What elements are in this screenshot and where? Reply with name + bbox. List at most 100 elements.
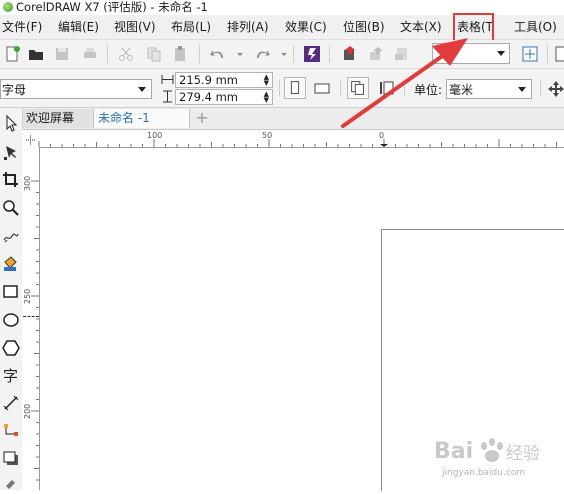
- new-document-icon[interactable]: [2, 44, 22, 64]
- save-icon[interactable]: [52, 44, 72, 64]
- svg-text:字: 字: [3, 367, 18, 385]
- property-bar: 字母 215.9 mm ▲ ▼ 279.4 mm ▲ ▼ 单位: 毫米: [0, 69, 564, 108]
- page-height-value: 279.4 mm: [179, 90, 238, 104]
- zoom-level-select[interactable]: %: [432, 43, 510, 64]
- pick-tool-icon[interactable]: [1, 113, 21, 133]
- unit-select[interactable]: 毫米: [446, 79, 532, 99]
- unit-value: 毫米: [449, 83, 474, 97]
- vertical-ruler-ticks: [31, 180, 39, 481]
- portrait-orientation-button[interactable]: [284, 77, 306, 99]
- menu-file[interactable]: 文件(F): [2, 15, 42, 39]
- freehand-tool-icon[interactable]: [1, 226, 21, 246]
- crop-tool-icon[interactable]: [1, 170, 21, 190]
- height-icon: [161, 90, 174, 103]
- toolbar-separator: [107, 45, 108, 63]
- print-icon[interactable]: [80, 44, 100, 64]
- paper-type-select[interactable]: 字母: [0, 79, 152, 99]
- menu-view[interactable]: 视图(V): [114, 15, 156, 39]
- redo-dropdown-icon[interactable]: [274, 44, 287, 64]
- spinner-icon[interactable]: ▲ ▼: [264, 91, 269, 104]
- menu-layout[interactable]: 布局(L): [171, 15, 211, 39]
- page-width-value: 215.9 mm: [179, 73, 238, 87]
- ruler-label: 50: [262, 131, 273, 140]
- zoom-tool-icon[interactable]: [1, 198, 21, 218]
- tab-welcome-screen[interactable]: 欢迎屏幕: [22, 109, 94, 128]
- toolbar-separator: [547, 45, 548, 63]
- undo-dropdown-icon[interactable]: [230, 44, 243, 64]
- ellipse-tool-icon[interactable]: [1, 310, 21, 330]
- width-icon: [161, 73, 174, 86]
- chevron-down-icon: [518, 87, 526, 92]
- toolbar-separator: [329, 45, 330, 63]
- menu-bitmaps[interactable]: 位图(B): [343, 15, 385, 39]
- nudge-distance-icon[interactable]: [546, 79, 564, 99]
- toolbox: 字: [0, 108, 23, 490]
- spinner-icon[interactable]: ▲ ▼: [264, 74, 269, 87]
- toolbar-separator: [199, 45, 200, 63]
- menu-tools[interactable]: 工具(O): [514, 15, 557, 39]
- menu-arrange[interactable]: 排列(A): [227, 15, 269, 39]
- transparency-tool-icon[interactable]: [1, 474, 21, 494]
- connector-tool-icon[interactable]: [1, 421, 21, 441]
- page-width-input[interactable]: 215.9 mm ▲ ▼: [175, 72, 273, 88]
- ruler-label: 100: [147, 131, 163, 140]
- search-content-icon[interactable]: [302, 44, 322, 64]
- cut-icon[interactable]: [116, 44, 136, 64]
- ruler-label: 250: [23, 288, 32, 304]
- baidu-logo-icon: Bai 经验: [434, 438, 540, 464]
- menu-edit[interactable]: 编辑(E): [58, 15, 99, 39]
- menu-effects[interactable]: 效果(C): [285, 15, 327, 39]
- toolbar-separator: [279, 79, 280, 97]
- horizontal-ruler-ticks: [38, 139, 557, 147]
- open-folder-icon[interactable]: [26, 44, 46, 64]
- smart-fill-tool-icon[interactable]: [1, 254, 21, 274]
- rectangle-tool-icon[interactable]: [1, 282, 21, 302]
- paper-type-value: 字母: [2, 83, 27, 97]
- vertical-ruler[interactable]: 300 250 200: [22, 147, 40, 490]
- ruler-origin-icon[interactable]: [22, 130, 39, 147]
- tab-untitled-document[interactable]: 未命名 -1: [94, 109, 190, 128]
- import-icon[interactable]: [340, 44, 360, 64]
- watermark-url: jingyan.baidu.com: [442, 468, 526, 478]
- drop-shadow-tool-icon[interactable]: [1, 449, 21, 469]
- landscape-orientation-button[interactable]: [312, 78, 332, 98]
- toolbar-separator: [404, 79, 405, 97]
- all-pages-button[interactable]: [347, 77, 369, 99]
- full-screen-preview-icon[interactable]: [520, 44, 540, 64]
- polygon-tool-icon[interactable]: [1, 338, 21, 358]
- toolbar-separator: [540, 79, 541, 97]
- copy-icon[interactable]: [144, 44, 164, 64]
- ruler-label: 0: [379, 131, 385, 140]
- unit-label: 单位:: [414, 83, 443, 97]
- paste-icon[interactable]: [170, 44, 190, 64]
- svg-text:经验: 经验: [506, 444, 540, 464]
- menu-text[interactable]: 文本(X): [400, 15, 442, 39]
- redo-icon[interactable]: [252, 44, 272, 64]
- toolbar-separator: [340, 79, 341, 97]
- document-tabs: 欢迎屏幕 未命名 -1 +: [22, 108, 564, 130]
- shape-tool-icon[interactable]: [1, 142, 21, 162]
- publish-pdf-icon[interactable]: [392, 44, 412, 64]
- ruler-cursor-marker: [23, 316, 39, 317]
- parallel-dimension-tool-icon[interactable]: [1, 393, 21, 413]
- standard-toolbar: %: [0, 40, 564, 69]
- toolbar-separator: [293, 45, 294, 63]
- highlight-box: [453, 13, 494, 43]
- ruler-label: 200: [23, 403, 32, 419]
- chevron-down-icon: [497, 51, 505, 56]
- svg-text:Bai: Bai: [434, 439, 473, 464]
- add-tab-button[interactable]: +: [192, 109, 212, 128]
- window-title: CorelDRAW X7 (评估版) - 未命名 -1: [16, 0, 208, 14]
- zoom-level-value: %: [445, 46, 457, 60]
- horizontal-ruler[interactable]: 100 50 0: [22, 130, 564, 148]
- undo-icon[interactable]: [208, 44, 228, 64]
- chevron-down-icon: [138, 87, 146, 92]
- page-height-input[interactable]: 279.4 mm ▲ ▼: [175, 89, 273, 105]
- watermark: Bai 经验 jingyan.baidu.com: [432, 432, 552, 484]
- snap-to-icon[interactable]: [553, 44, 564, 64]
- current-page-button[interactable]: [376, 78, 396, 98]
- ruler-label: 300: [23, 175, 32, 191]
- text-tool-icon[interactable]: 字: [1, 365, 21, 385]
- app-logo-icon: [3, 2, 13, 12]
- export-icon[interactable]: [366, 44, 386, 64]
